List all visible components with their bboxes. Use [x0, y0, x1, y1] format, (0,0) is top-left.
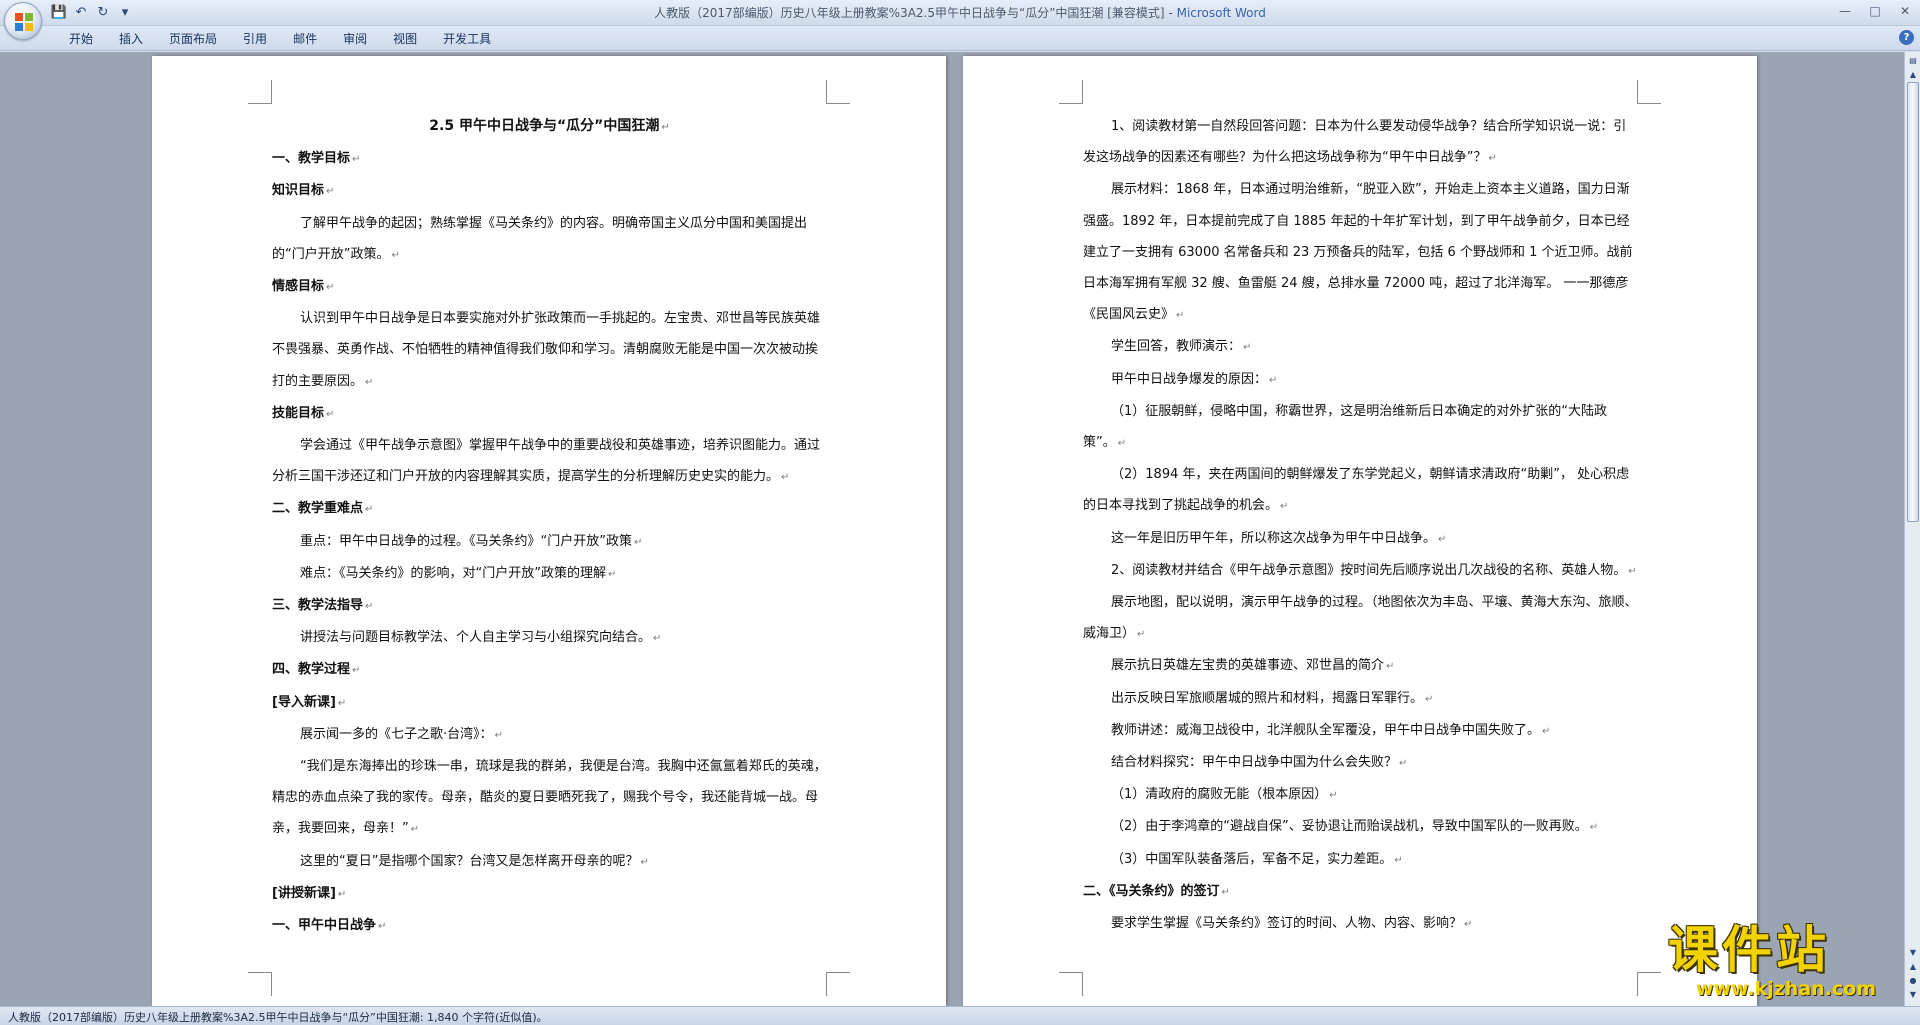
paragraph: 结合材料探究：甲午中日战争中国为什么会失败？ — [1083, 747, 1638, 779]
minimize-icon[interactable]: — — [1834, 2, 1856, 20]
page-left[interactable]: 2.5 甲午中日战争与“瓜分”中国狂潮 一、教学目标知识目标了解甲午战争的起因；… — [152, 56, 946, 1006]
scroll-down-icon[interactable]: ▼ — [1906, 946, 1920, 960]
document-title: 人教版（2017部编版）历史八年级上册教案%3A2.5甲午中日战争与“瓜分”中国… — [654, 6, 1165, 20]
paragraph: 认识到甲午中日战争是日本要实施对外扩张政策而一手挑起的。左宝贵、邓世昌等民族英雄… — [272, 303, 827, 398]
paragraph: 这一年是旧历甲午年，所以称这次战争为甲午中日战争。 — [1083, 523, 1638, 555]
paragraph: 难点：《马关条约》的影响，对“门户开放”政策的理解 — [272, 558, 827, 590]
tab-home[interactable]: 开始 — [56, 30, 106, 48]
ribbon-tabs: 开始 插入 页面布局 引用 邮件 审阅 视图 开发工具 — [56, 30, 504, 48]
title-bar: 💾 ↶ ↻ ▾ 人教版（2017部编版）历史八年级上册教案%3A2.5甲午中日战… — [0, 0, 1920, 40]
paragraph: 学会通过《甲午战争示意图》掌握甲午战争中的重要战役和英雄事迹，培养识图能力。通过… — [272, 430, 827, 493]
paragraph: （2）由于李鸿章的“避战自保”、妥协退让而贻误战机，导致中国军队的一败再败。 — [1083, 811, 1638, 843]
crop-mark — [1637, 80, 1661, 104]
paragraph: 讲授法与问题目标教学法、个人自主学习与小组探究向结合。 — [272, 622, 827, 654]
paragraph: 展示闻一多的《七子之歌·台湾》： — [272, 719, 827, 751]
paragraph: （1）清政府的腐败无能（根本原因） — [1083, 779, 1638, 811]
paragraph: （1）征服朝鲜，侵略中国，称霸世界，这是明治维新后日本确定的对外扩张的“大陆政策… — [1083, 396, 1638, 459]
window-title: 人教版（2017部编版）历史八年级上册教案%3A2.5甲午中日战争与“瓜分”中国… — [654, 6, 1266, 20]
section-heading: 一、甲午中日战争 — [272, 910, 827, 942]
paragraph: 学生回答，教师演示： — [1083, 331, 1638, 363]
scroll-up-icon[interactable]: ▲ — [1906, 68, 1920, 82]
section-heading: 一、教学目标 — [272, 143, 827, 175]
office-button[interactable] — [4, 2, 42, 40]
tab-review[interactable]: 审阅 — [330, 30, 380, 48]
paragraph: “我们是东海捧出的珍珠一串，琉球是我的群弟，我便是台湾。我胸中还氤氲着郑氏的英魂… — [272, 751, 827, 846]
paragraph: 要求学生掌握《马关条约》签订的时间、人物、内容、影响？ — [1083, 908, 1638, 940]
crop-mark — [1637, 972, 1661, 996]
paragraph: 展示地图，配以说明，演示甲午战争的过程。（地图依次为丰岛、平壤、黄海大东沟、旅顺… — [1083, 587, 1638, 650]
status-text: 人教版（2017部编版）历史八年级上册教案%3A2.5甲午中日战争与“瓜分”中国… — [8, 1011, 548, 1024]
paragraph: 展示材料：1868 年，日本通过明治维新，“脱亚入欧”，开始走上资本主义道路，国… — [1083, 174, 1638, 331]
tab-mailings[interactable]: 邮件 — [280, 30, 330, 48]
tab-developer[interactable]: 开发工具 — [430, 30, 504, 48]
page-right-content[interactable]: 1、阅读教材第一自然段回答问题：日本为什么要发动侵华战争？结合所学知识说一说：引… — [1083, 111, 1638, 940]
crop-mark — [1059, 80, 1083, 104]
ribbon-tab-bar: 开始 插入 页面布局 引用 邮件 审阅 视图 开发工具 ? — [0, 26, 1920, 51]
section-heading: 技能目标 — [272, 398, 827, 430]
paragraph: 1、阅读教材第一自然段回答问题：日本为什么要发动侵华战争？结合所学知识说一说：引… — [1083, 111, 1638, 174]
crop-mark — [1059, 972, 1083, 996]
watermark-url: www.kjzhan.com — [1695, 978, 1876, 1000]
section-heading: [导入新课] — [272, 687, 827, 719]
section-heading: 二、《马关条约》的签订 — [1083, 876, 1638, 908]
ruler-toggle-icon[interactable]: ▤ — [1906, 54, 1920, 68]
page-right[interactable]: 1、阅读教材第一自然段回答问题：日本为什么要发动侵华战争？结合所学知识说一说：引… — [963, 56, 1757, 1006]
crop-mark — [826, 972, 850, 996]
crop-mark — [248, 972, 272, 996]
section-heading: 二、教学重难点 — [272, 493, 827, 525]
tab-view[interactable]: 视图 — [380, 30, 430, 48]
paragraph: （2）1894 年，夹在两国间的朝鲜爆发了东学党起义，朝鲜请求清政府“助剿”， … — [1083, 459, 1638, 522]
paragraph: 出示反映日军旅顺屠城的照片和材料，揭露日军罪行。 — [1083, 683, 1638, 715]
page-left-content[interactable]: 2.5 甲午中日战争与“瓜分”中国狂潮 一、教学目标知识目标了解甲午战争的起因；… — [272, 111, 827, 942]
scrollbar-thumb[interactable] — [1907, 82, 1919, 522]
document-workspace[interactable]: 2.5 甲午中日战争与“瓜分”中国狂潮 一、教学目标知识目标了解甲午战争的起因；… — [0, 52, 1904, 1006]
previous-page-icon[interactable]: ▲ — [1906, 960, 1920, 974]
watermark-text: 课件站 — [1668, 921, 1830, 979]
document-title-heading: 2.5 甲午中日战争与“瓜分”中国狂潮 — [272, 111, 827, 143]
paragraph: 教师讲述：威海卫战役中，北洋舰队全军覆没，甲午中日战争中国失败了。 — [1083, 715, 1638, 747]
tab-page-layout[interactable]: 页面布局 — [156, 30, 230, 48]
paragraph: 甲午中日战争爆发的原因： — [1083, 364, 1638, 396]
tab-insert[interactable]: 插入 — [106, 30, 156, 48]
paragraph: 展示抗日英雄左宝贵的英雄事迹、邓世昌的简介 — [1083, 650, 1638, 682]
app-name: Microsoft Word — [1176, 6, 1266, 20]
vertical-scrollbar[interactable]: ▤ ▲ ▼ ▲ ● ▼ — [1904, 52, 1920, 1006]
crop-mark — [826, 80, 850, 104]
next-page-icon[interactable]: ▼ — [1906, 988, 1920, 1002]
section-heading: [讲授新课] — [272, 878, 827, 910]
office-logo-icon — [15, 13, 33, 31]
paragraph: 重点：甲午中日战争的过程。《马关条约》“门户开放”政策 — [272, 526, 827, 558]
select-browse-object-icon[interactable]: ● — [1906, 974, 1920, 988]
help-icon[interactable]: ? — [1899, 30, 1914, 45]
paragraph: 这里的“夏日”是指哪个国家？台湾又是怎样离开母亲的呢？ — [272, 846, 827, 878]
tab-references[interactable]: 引用 — [230, 30, 280, 48]
watermark-logo: 课件站 www.kjzhan.com — [1668, 922, 1900, 1002]
close-icon[interactable]: ✕ — [1894, 2, 1916, 20]
paragraph: 了解甲午战争的起因；熟练掌握《马关条约》的内容。明确帝国主义瓜分中国和美国提出的… — [272, 208, 827, 271]
paragraph: （3）中国军队装备落后，军备不足，实力差距。 — [1083, 844, 1638, 876]
status-bar: 人教版（2017部编版）历史八年级上册教案%3A2.5甲午中日战争与“瓜分”中国… — [0, 1006, 1920, 1025]
section-heading: 三、教学法指导 — [272, 590, 827, 622]
paragraph: 2、阅读教材并结合《甲午战争示意图》按时间先后顺序说出几次战役的名称、英雄人物。 — [1083, 555, 1638, 587]
crop-mark — [248, 80, 272, 104]
maximize-icon[interactable]: □ — [1864, 2, 1886, 20]
section-heading: 四、教学过程 — [272, 654, 827, 686]
window-controls: — □ ✕ — [1834, 2, 1916, 20]
section-heading: 知识目标 — [272, 175, 827, 207]
section-heading: 情感目标 — [272, 271, 827, 303]
